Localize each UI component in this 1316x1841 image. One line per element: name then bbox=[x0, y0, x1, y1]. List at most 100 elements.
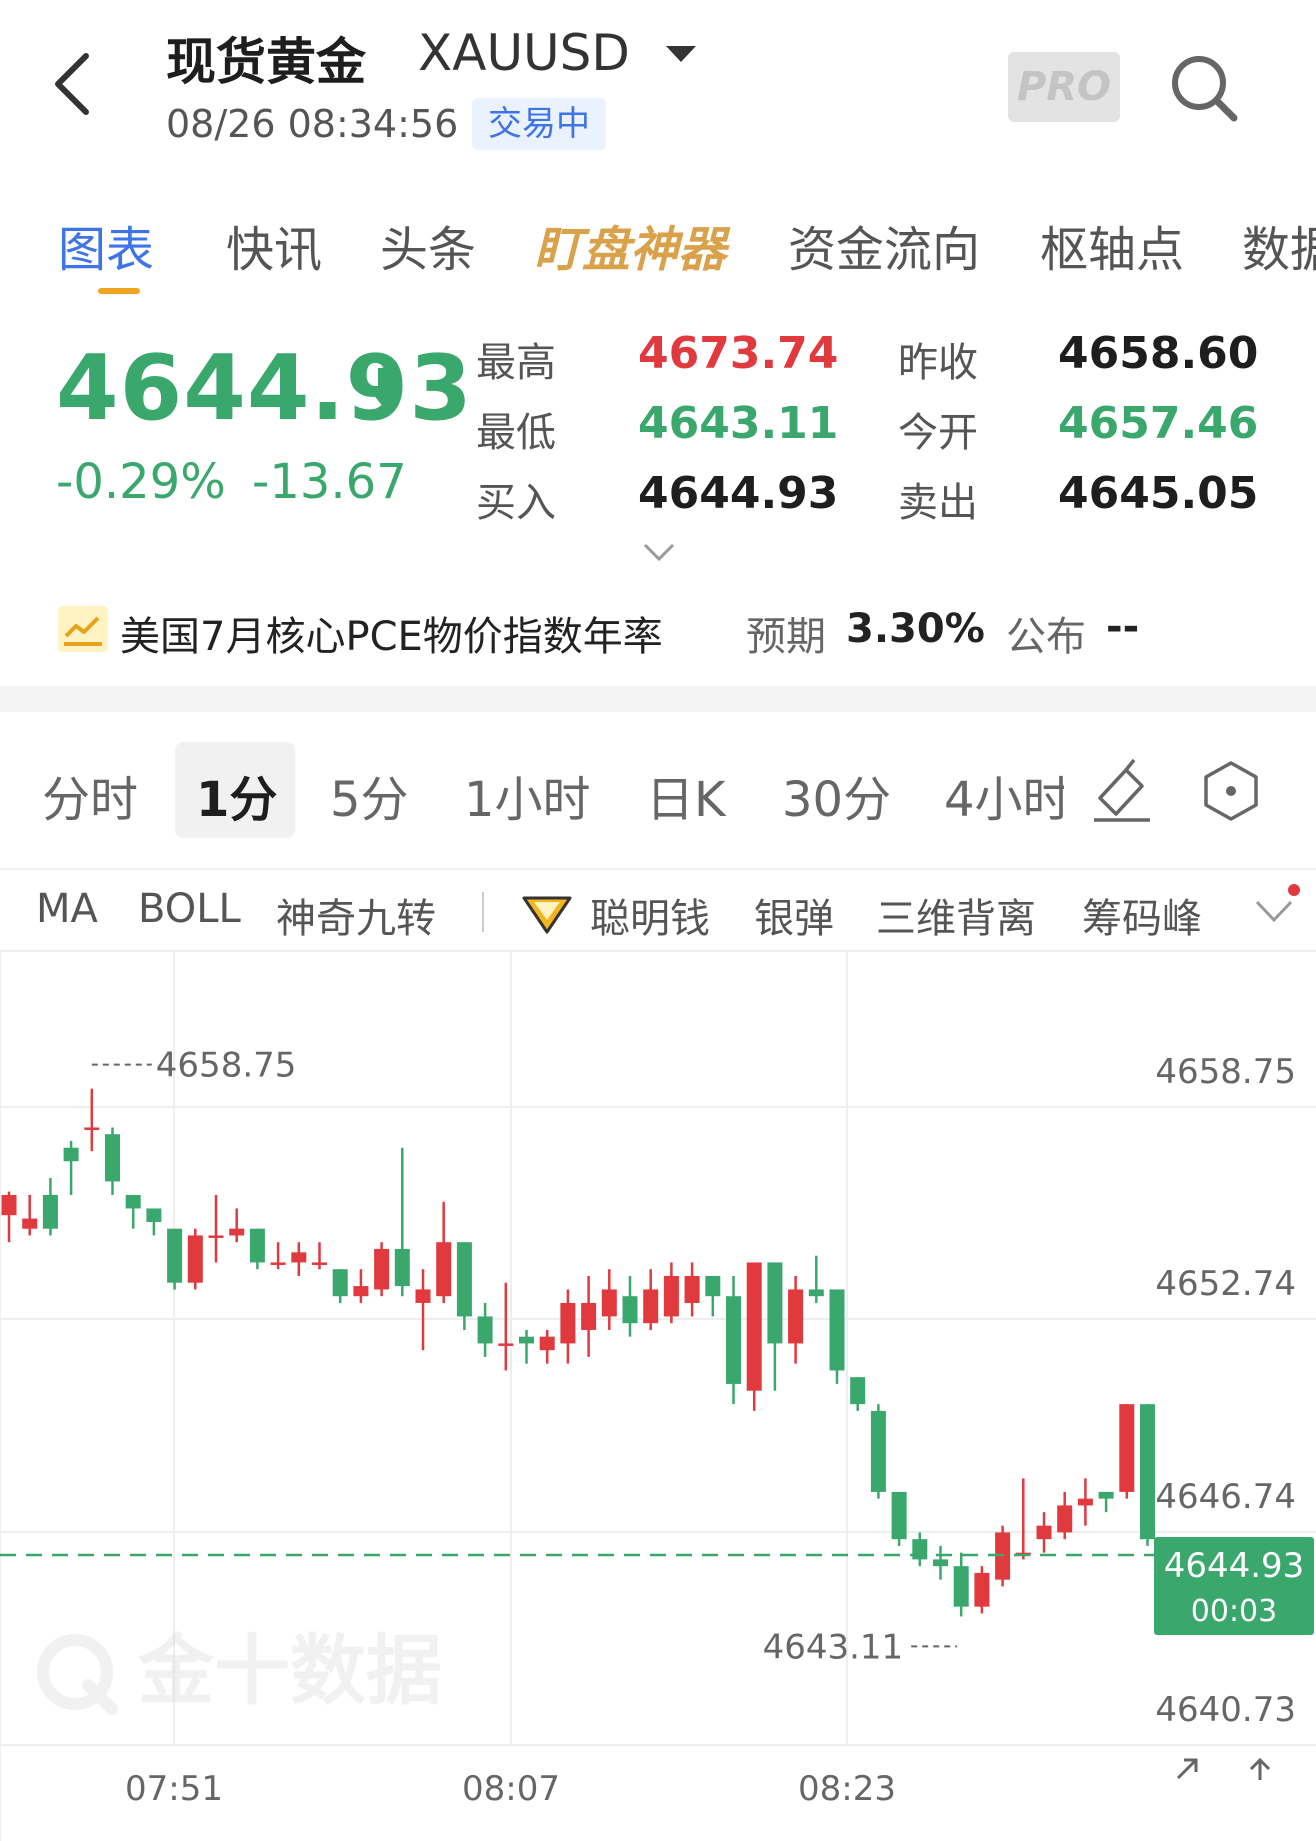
tab-underline bbox=[98, 288, 140, 294]
period-4hour[interactable]: 4小时 bbox=[944, 760, 1064, 830]
candle-body bbox=[456, 1242, 472, 1317]
candle-body bbox=[63, 1147, 79, 1162]
low-value: 4643.11 bbox=[638, 398, 839, 449]
candle-body bbox=[125, 1194, 141, 1209]
period-1min[interactable]: 1分 bbox=[196, 760, 277, 830]
high-value: 4673.74 bbox=[638, 328, 839, 379]
candle-body bbox=[684, 1275, 700, 1303]
prev-close-value: 4658.60 bbox=[1058, 328, 1259, 379]
candle-body bbox=[249, 1228, 265, 1263]
candle-body bbox=[767, 1262, 783, 1344]
prev-close-label: 昨收 bbox=[898, 340, 978, 386]
quote-timestamp: 08/26 08:34:56 bbox=[166, 102, 459, 146]
tab-headlines[interactable]: 头条 bbox=[380, 210, 476, 280]
dropdown-caret-icon[interactable] bbox=[666, 46, 696, 62]
candle-body bbox=[581, 1302, 597, 1330]
watermark-logo: 金十数据 bbox=[37, 1626, 442, 1715]
period-daily[interactable]: 日K bbox=[646, 760, 725, 830]
period-1hour[interactable]: 1小时 bbox=[464, 760, 591, 830]
indicator-3d-divergence[interactable]: 三维背离 bbox=[876, 886, 1036, 944]
event-expected-label: 预期 bbox=[746, 614, 826, 660]
notification-dot bbox=[1288, 884, 1300, 896]
candle-body bbox=[663, 1275, 679, 1317]
period-timeshare[interactable]: 分时 bbox=[42, 760, 138, 830]
y-tick-label: 4646.74 bbox=[1155, 1477, 1296, 1517]
candle-body bbox=[953, 1566, 969, 1607]
high-label: 最高 bbox=[476, 340, 556, 386]
candle-body bbox=[1119, 1404, 1135, 1492]
y-tick-label: 4640.73 bbox=[1155, 1690, 1296, 1730]
current-price-value: 4644.93 bbox=[1164, 1546, 1305, 1586]
tab-data[interactable]: 数据 bbox=[1242, 210, 1316, 280]
max-price-label: 4658.75 bbox=[156, 1046, 297, 1086]
candle-body bbox=[974, 1572, 990, 1607]
event-expected-value: 3.30% bbox=[846, 606, 985, 652]
candle-body bbox=[808, 1289, 824, 1297]
tab-watch-tool[interactable]: 盯盘神器 bbox=[534, 210, 726, 280]
candle-body bbox=[105, 1134, 120, 1182]
candle-body bbox=[477, 1316, 493, 1344]
arrow-up-right-icon[interactable] bbox=[1176, 1758, 1198, 1780]
open-label: 今开 bbox=[898, 410, 978, 456]
candle-body bbox=[22, 1218, 38, 1229]
indicator-magic-nine[interactable]: 神奇九转 bbox=[276, 886, 436, 944]
candle-body bbox=[705, 1275, 721, 1297]
countdown-value: 00:03 bbox=[1191, 1594, 1277, 1629]
period-5min[interactable]: 5分 bbox=[330, 760, 409, 830]
candle-body bbox=[622, 1296, 638, 1324]
candle-body bbox=[84, 1127, 100, 1130]
tab-capital-flow[interactable]: 资金流向 bbox=[788, 210, 980, 280]
period-divider bbox=[0, 868, 1316, 870]
candle-body bbox=[229, 1228, 245, 1236]
tab-chart[interactable]: 图表 bbox=[58, 210, 154, 280]
candle-body bbox=[746, 1262, 762, 1391]
section-divider bbox=[0, 686, 1316, 712]
ask-value: 4645.05 bbox=[1058, 468, 1259, 519]
candle-body bbox=[933, 1559, 948, 1567]
indicator-silver-bullet[interactable]: 银弹 bbox=[754, 886, 834, 944]
watermark-text: 金十数据 bbox=[137, 1626, 442, 1715]
status-badge: 交易中 bbox=[472, 98, 606, 150]
settings-hexagon-icon[interactable] bbox=[1202, 760, 1260, 822]
candle-body bbox=[187, 1235, 203, 1283]
ask-label: 卖出 bbox=[898, 480, 978, 526]
candle-body bbox=[498, 1343, 514, 1346]
bid-label: 买入 bbox=[476, 480, 556, 526]
search-icon[interactable] bbox=[1168, 52, 1240, 124]
arrow-up-icon[interactable] bbox=[1249, 1757, 1271, 1780]
indicator-chip-peak[interactable]: 筹码峰 bbox=[1082, 886, 1202, 944]
candle-body bbox=[643, 1289, 659, 1324]
candle-body bbox=[912, 1539, 928, 1560]
indicator-boll[interactable]: BOLL bbox=[138, 886, 241, 932]
candle-body bbox=[829, 1289, 845, 1371]
back-icon[interactable] bbox=[52, 52, 92, 116]
draw-tool-icon[interactable] bbox=[1090, 756, 1154, 824]
candle-body bbox=[1140, 1404, 1155, 1540]
symbol-selector[interactable]: XAUUSD bbox=[418, 24, 630, 82]
tab-flash-news[interactable]: 快讯 bbox=[226, 210, 322, 280]
candle-body bbox=[374, 1248, 390, 1290]
candle-body bbox=[415, 1289, 431, 1303]
indicator-ma[interactable]: MA bbox=[36, 886, 98, 932]
indicator-smart-money[interactable]: 聪明钱 bbox=[590, 886, 710, 944]
candle-body bbox=[891, 1491, 907, 1540]
candle-body bbox=[353, 1286, 369, 1297]
last-price: 4644.93 bbox=[56, 336, 473, 441]
candle-body bbox=[1, 1194, 17, 1216]
more-chevron-icon[interactable] bbox=[1254, 898, 1294, 924]
x-tick-label: 08:07 bbox=[462, 1769, 560, 1809]
tab-pivot-points[interactable]: 枢轴点 bbox=[1040, 210, 1184, 280]
candle-body bbox=[312, 1262, 327, 1265]
candlestick-chart[interactable]: 金十数据 4658.75 4652.74 4646.74 4640.73 465… bbox=[0, 952, 1316, 1841]
candle-body bbox=[42, 1194, 58, 1229]
pro-button[interactable]: PRO bbox=[1008, 52, 1120, 122]
candle-body bbox=[270, 1262, 286, 1265]
change-percent: -0.29% bbox=[56, 454, 226, 510]
period-30min[interactable]: 30分 bbox=[782, 760, 891, 830]
candle-body bbox=[291, 1252, 307, 1263]
candle-body bbox=[394, 1248, 410, 1287]
candle-body bbox=[1057, 1505, 1073, 1533]
candle-body bbox=[146, 1208, 162, 1222]
expand-chevron-icon[interactable] bbox=[642, 542, 676, 562]
event-title[interactable]: 美国7月核心PCE物价指数年率 bbox=[120, 604, 663, 662]
